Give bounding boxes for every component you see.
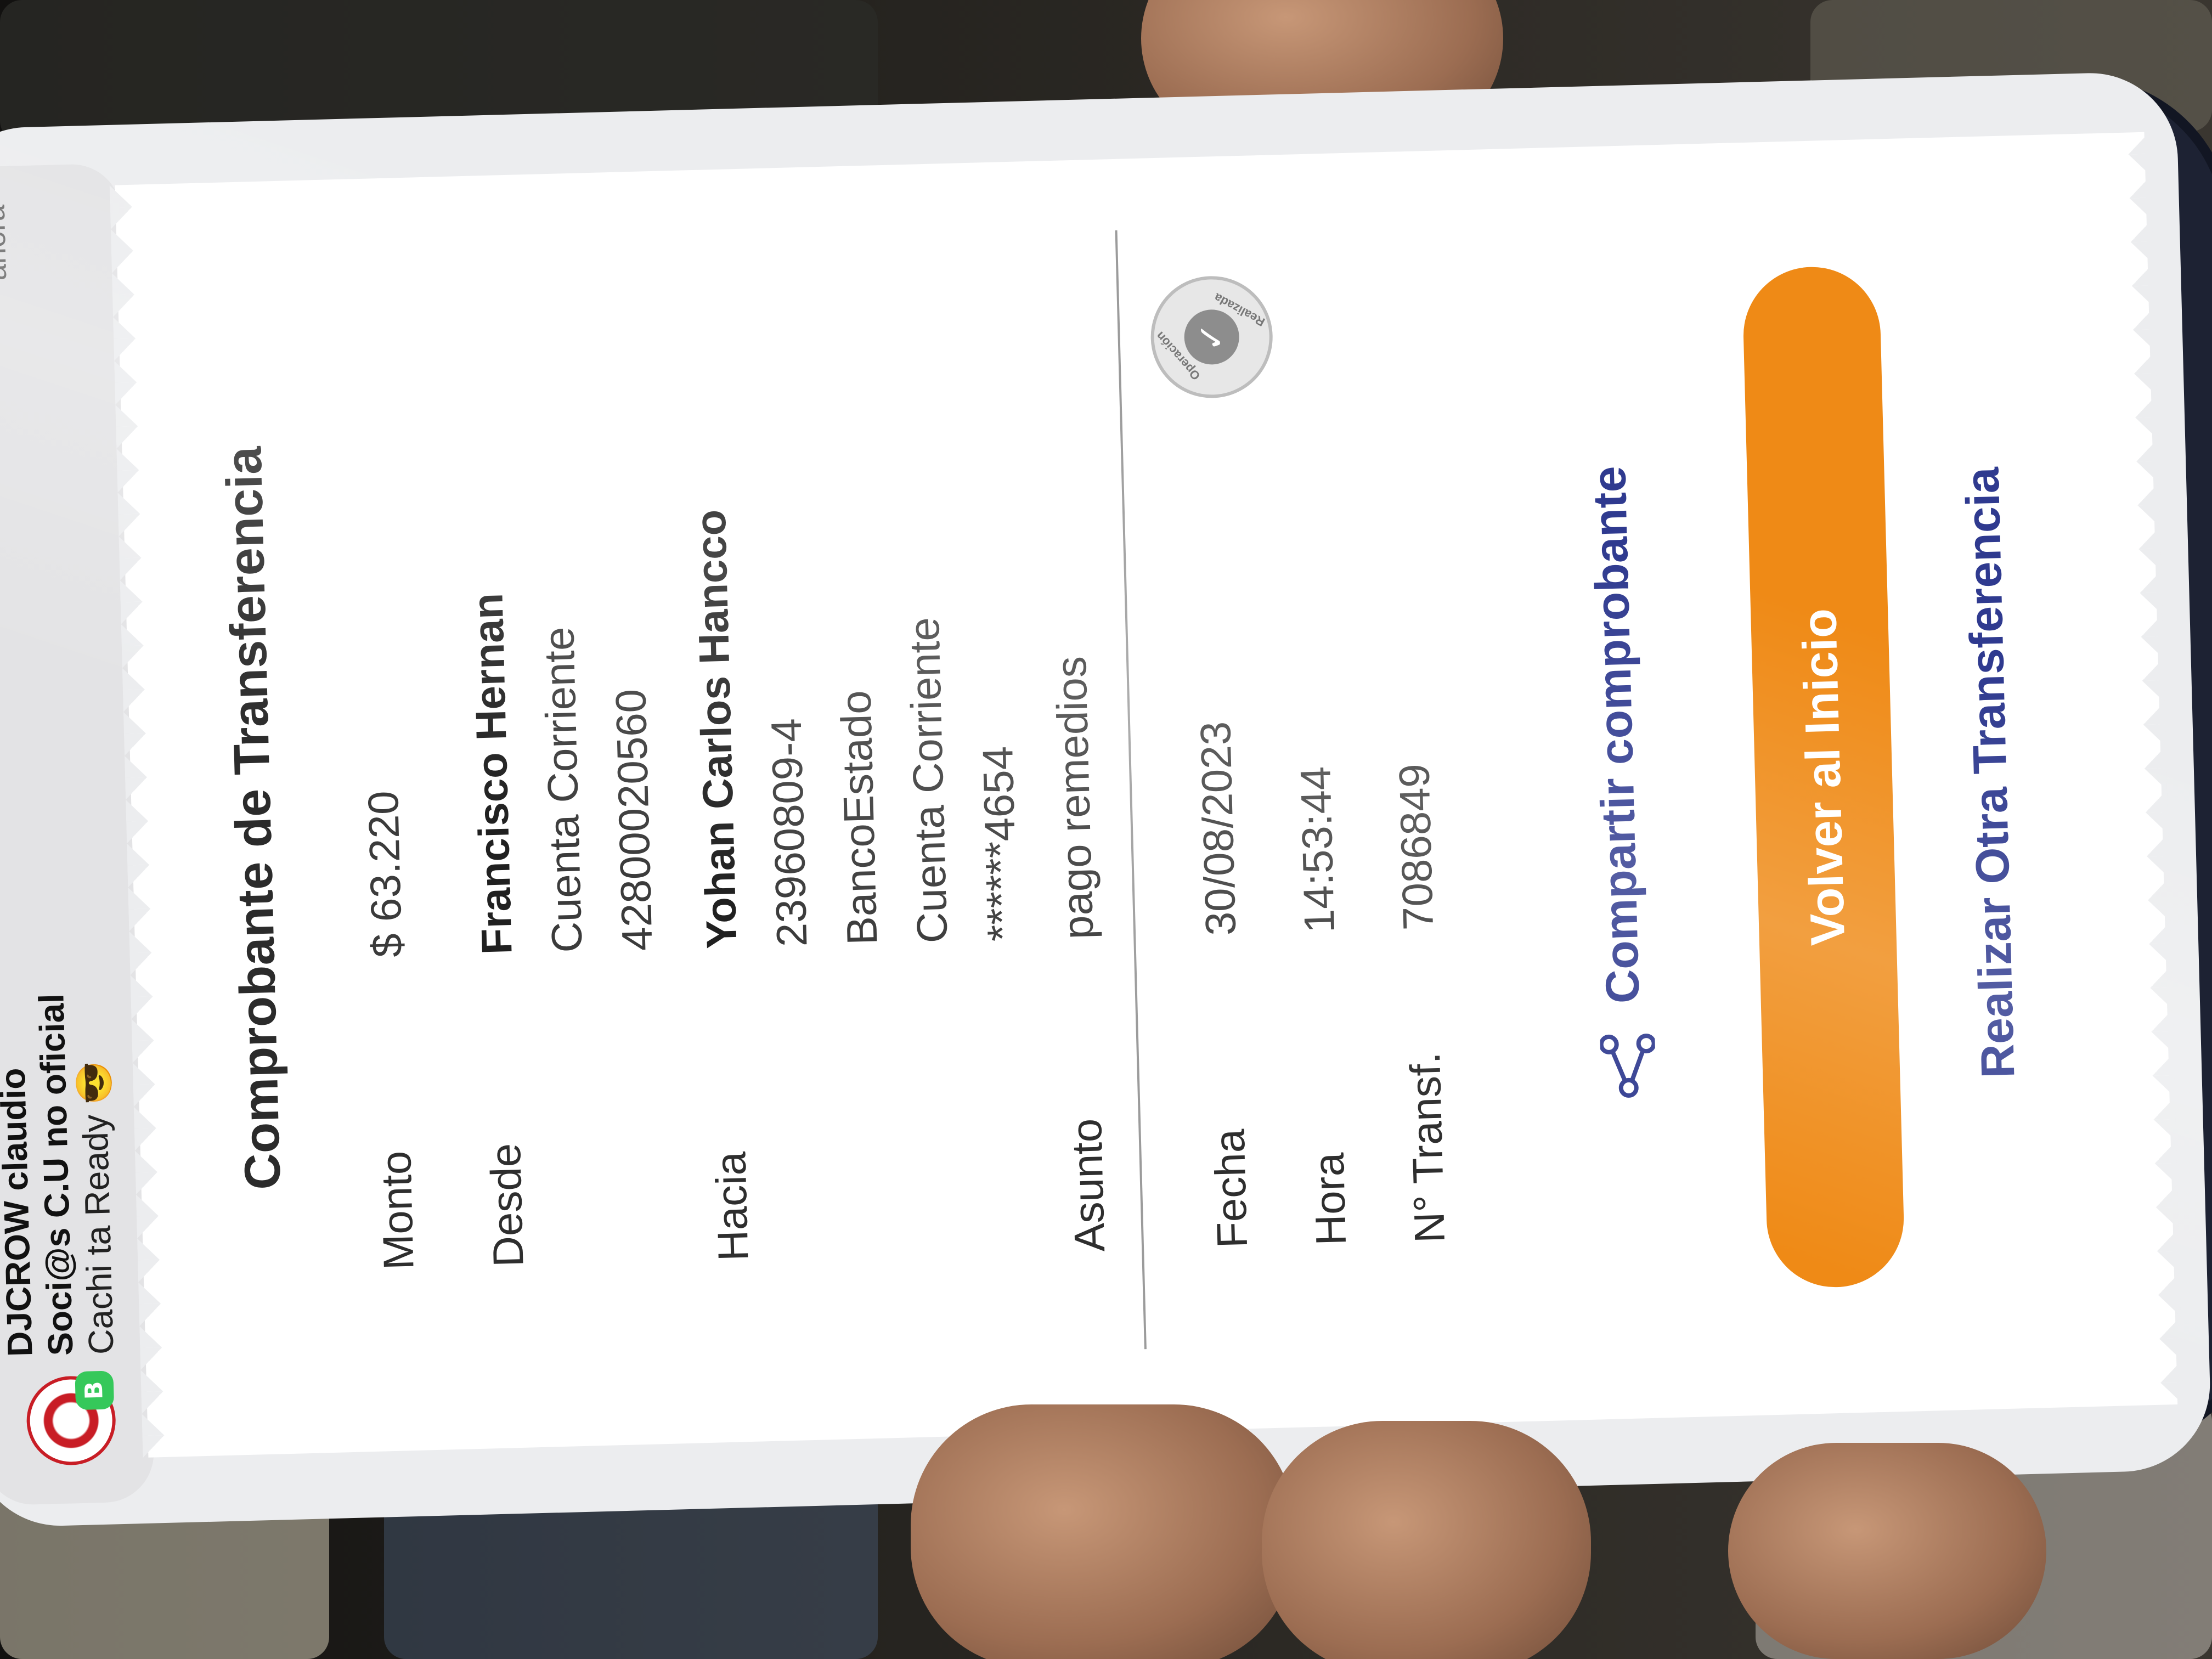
operation-stamp: Operación ✓ Realizada: [1149, 274, 1274, 400]
new-transfer-link[interactable]: Realizar Otra Transferencia: [1947, 136, 2035, 1410]
hacia-account-number: ******4654: [973, 746, 1027, 942]
hacia-name: Yohan Carlos Hancco: [686, 509, 746, 950]
notification-group: Soci@s C.U no oficial: [31, 993, 81, 1356]
desde-label: Desde: [481, 1142, 533, 1268]
desde-name: Francisco Hernan: [463, 592, 521, 956]
receipt-title: Comprobante de Transferencia: [216, 445, 291, 1190]
monto-label: Monto: [371, 1150, 423, 1271]
fecha-label: Fecha: [1205, 1128, 1257, 1249]
finger: [1262, 1421, 1591, 1659]
finger: [911, 1404, 1295, 1659]
divider: [1115, 230, 1147, 1350]
notification-time: ahora: [0, 204, 13, 281]
asunto-label: Asunto: [1062, 1118, 1114, 1252]
hora-label: Hora: [1304, 1152, 1356, 1246]
desde-account-type: Cuenta Corriente: [534, 626, 591, 953]
monto-value: $ 63.220: [358, 790, 411, 958]
transf-value: 7086849: [1390, 763, 1443, 932]
stamp-icon: ✓: [1183, 309, 1240, 365]
hacia-label: Hacia: [706, 1151, 758, 1262]
back-to-home-button[interactable]: Volver al Inicio: [1741, 265, 1906, 1289]
photo-stage: B DJCROW claudio Soci@s C.U no oficial C…: [0, 0, 2212, 1659]
asunto-value: pago remedios: [1046, 656, 1103, 940]
desde-account-number: 42800020560: [606, 688, 662, 952]
phone-screen-rotated: B DJCROW claudio Soci@s C.U no oficial C…: [0, 0, 2212, 1561]
hacia-account-type: Cuenta Corriente: [899, 617, 957, 944]
transf-label: N° Transf.: [1400, 1051, 1454, 1244]
zigzag-edge: [2117, 132, 2183, 1406]
share-receipt-link[interactable]: Compartir comprobante: [1574, 145, 1665, 1419]
share-icon: [1600, 1033, 1656, 1098]
fecha-value: 30/08/2023: [1191, 720, 1245, 936]
finger: [1728, 1443, 2046, 1659]
notification-message: Cachi ta Ready 😎: [74, 1060, 121, 1355]
whatsapp-badge-icon: B: [75, 1370, 115, 1410]
hacia-bank: BancoEstado: [831, 690, 887, 946]
hora-value: 14:53:44: [1291, 765, 1344, 934]
phone-screen: B DJCROW claudio Soci@s C.U no oficial C…: [0, 71, 2212, 1528]
share-label: Compartir comprobante: [1583, 465, 1650, 1005]
receipt-card: Comprobante de Transferencia Monto $ 63.…: [109, 132, 2183, 1458]
hacia-rut: 23960809-4: [761, 718, 816, 947]
